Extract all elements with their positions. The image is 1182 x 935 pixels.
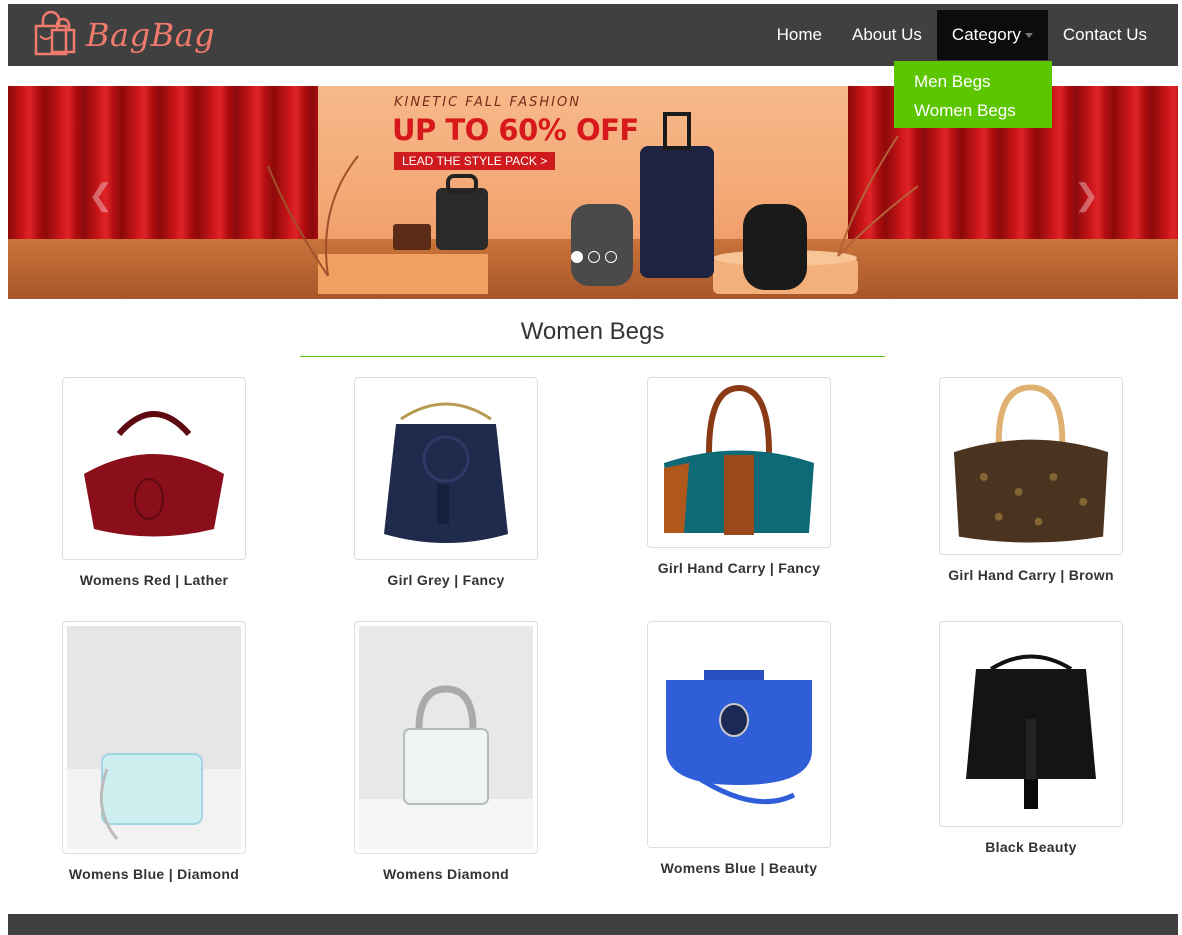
carousel-dot-1[interactable]: [571, 251, 583, 263]
product-card[interactable]: Womens Red | Lather: [44, 377, 264, 588]
main-nav: Home About Us Category Contact Us: [762, 10, 1162, 60]
nav-category[interactable]: Category: [936, 10, 1048, 60]
product-name: Girl Grey | Fancy: [387, 572, 505, 588]
section-title: Women Begs: [520, 318, 665, 345]
product-image[interactable]: [939, 377, 1123, 555]
product-name: Womens Blue | Diamond: [68, 866, 240, 882]
product-image[interactable]: [62, 621, 246, 854]
product-image[interactable]: [354, 377, 538, 560]
product-image[interactable]: [647, 377, 831, 548]
brand-name: BagBag: [86, 16, 216, 54]
product-name: Girl Hand Carry | Brown: [948, 567, 1114, 583]
product-name: Black Beauty: [985, 839, 1077, 855]
dropdown-item-women-begs[interactable]: Women Begs: [894, 96, 1052, 125]
product-image[interactable]: [354, 621, 538, 854]
navbar: BagBag Home About Us Category Contact Us: [8, 4, 1178, 66]
nav-contact-us[interactable]: Contact Us: [1048, 10, 1162, 60]
product-card[interactable]: Girl Grey | Fancy: [336, 377, 556, 588]
promo-headline: UP TO 60% OFF: [392, 113, 639, 147]
chevron-right-icon[interactable]: ❯: [1074, 178, 1099, 213]
product-name: Womens Blue | Beauty: [660, 860, 818, 876]
product-image[interactable]: [939, 621, 1123, 827]
nav-about-us[interactable]: About Us: [837, 10, 937, 60]
brand-logo[interactable]: BagBag: [34, 10, 215, 60]
category-dropdown: Men Begs Women Begs: [894, 61, 1052, 128]
nav-home[interactable]: Home: [762, 10, 837, 60]
product-card[interactable]: Girl Hand Carry | Brown: [921, 377, 1141, 583]
section-divider: [300, 356, 885, 357]
product-name: Womens Red | Lather: [79, 572, 229, 588]
product-card[interactable]: Girl Hand Carry | Fancy: [629, 377, 849, 576]
nav-category-label: Category: [951, 25, 1021, 44]
carousel-indicators: [571, 251, 617, 263]
promo-kicker: KINETIC FALL FASHION: [394, 95, 581, 110]
product-card[interactable]: Black Beauty: [921, 621, 1141, 855]
shopping-bag-icon: [34, 10, 76, 61]
carousel-dot-2[interactable]: [588, 251, 600, 263]
dropdown-item-men-begs[interactable]: Men Begs: [894, 67, 1052, 96]
product-image[interactable]: [62, 377, 246, 560]
footer: [8, 914, 1178, 935]
product-card[interactable]: Womens Blue | Beauty: [629, 621, 849, 876]
chevron-left-icon[interactable]: ❮: [88, 178, 113, 213]
product-name: Girl Hand Carry | Fancy: [657, 560, 821, 576]
carousel-dot-3[interactable]: [605, 251, 617, 263]
promo-cta-button[interactable]: LEAD THE STYLE PACK >: [394, 152, 556, 170]
product-card[interactable]: Womens Blue | Diamond: [44, 621, 264, 882]
caret-down-icon: [1024, 33, 1033, 39]
product-card[interactable]: Womens Diamond: [336, 621, 556, 882]
product-image[interactable]: [647, 621, 831, 848]
product-name: Womens Diamond: [382, 866, 510, 882]
